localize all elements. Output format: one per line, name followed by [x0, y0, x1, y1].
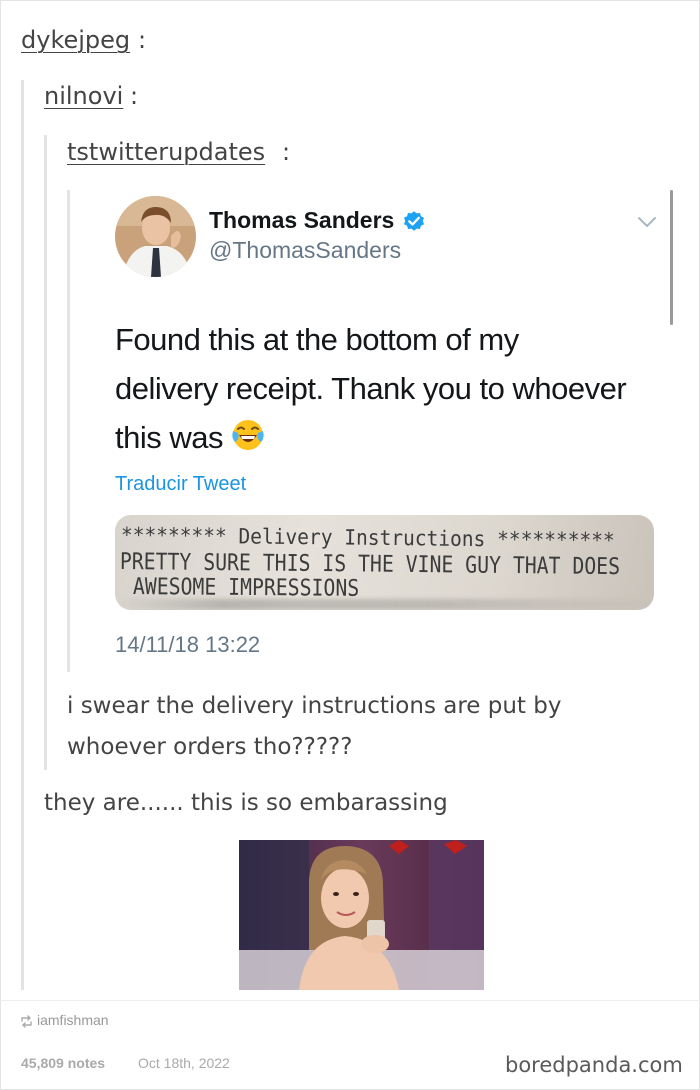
tweet-text-line: this was	[115, 420, 223, 455]
chevron-down-icon[interactable]	[636, 214, 658, 230]
tweet-text-line-last: this was	[115, 413, 675, 462]
colon: :	[282, 138, 291, 166]
receipt-cut-off-text	[115, 599, 654, 610]
reply-dykejpeg: they are...... this is so embarassing	[44, 790, 448, 816]
verified-badge-icon	[404, 211, 424, 231]
face-with-tears-of-joy-icon	[232, 420, 264, 450]
reply-line: i swear the delivery instructions are pu…	[67, 693, 562, 719]
receipt-line: AWESOME IMPRESSIONS	[132, 574, 360, 602]
scrollbar[interactable]	[670, 190, 673, 325]
username-dykejpeg[interactable]: dykejpeg	[21, 26, 130, 54]
reply-line: whoever orders tho?????	[67, 734, 353, 760]
tweet-handle[interactable]: @ThomasSanders	[209, 237, 401, 264]
reaction-gif[interactable]	[239, 840, 484, 990]
receipt-line: ********* Delivery Instructions ********…	[120, 523, 615, 553]
reply-nilnovi: i swear the delivery instructions are pu…	[67, 686, 561, 768]
post-date: Oct 18th, 2022	[138, 1055, 230, 1071]
translate-tweet-link[interactable]: Traducir Tweet	[115, 473, 246, 496]
thread-indent-line	[21, 80, 24, 990]
tweet-text: Found this at the bottom of my delivery …	[115, 315, 675, 462]
username-nilnovi[interactable]: nilnovi	[44, 82, 123, 110]
thread-indent-line	[44, 135, 47, 770]
avatar[interactable]	[115, 196, 196, 277]
thread-indent-line	[67, 190, 70, 672]
watermark: boredpanda.com	[505, 1053, 683, 1077]
tweet-author-name[interactable]: Thomas Sanders	[209, 207, 394, 234]
username-tstwitterupdates[interactable]: tstwitterupdates	[67, 138, 265, 166]
reblog-icon	[21, 1015, 32, 1028]
footer-divider	[0, 1000, 700, 1001]
tweet-text-line: Found this at the bottom of my	[115, 322, 519, 357]
tweet-text-line: delivery receipt. Thank you to whoever	[115, 371, 627, 406]
colon: :	[138, 26, 147, 54]
reblogged-by-user[interactable]: iamfishman	[37, 1012, 109, 1028]
tweet-timestamp: 14/11/18 13:22	[115, 632, 261, 657]
colon: :	[130, 82, 139, 110]
receipt-photo: ********* Delivery Instructions ********…	[115, 515, 654, 610]
notes-count[interactable]: 45,809 notes	[21, 1055, 105, 1071]
